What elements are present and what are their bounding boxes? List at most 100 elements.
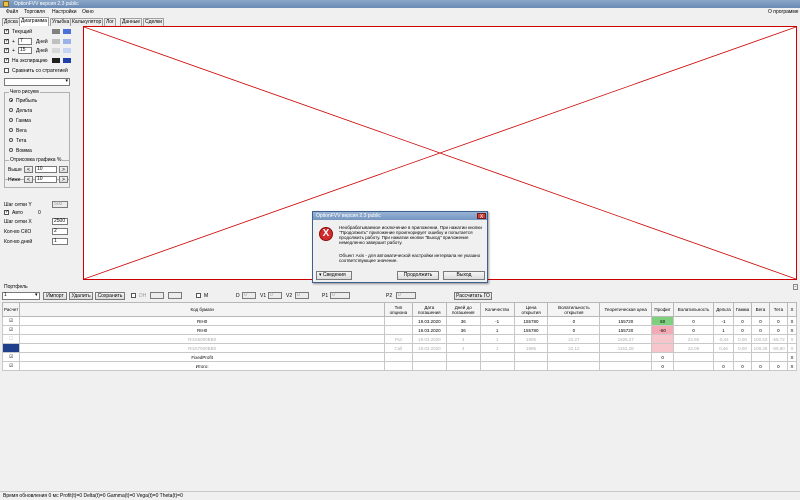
menu-about[interactable]: О программе <box>768 8 799 17</box>
dh-checkbox[interactable] <box>131 293 136 298</box>
menu-trade[interactable]: Торговля <box>24 8 45 17</box>
plus-days-color-swatch[interactable] <box>52 39 60 44</box>
expiry-color-swatch-2[interactable] <box>63 58 71 63</box>
m-checkbox[interactable] <box>196 293 201 298</box>
v1-input[interactable]: 0 <box>268 292 282 299</box>
tab-board[interactable]: Доска <box>2 18 20 26</box>
tab-diagram[interactable]: Диаграмма <box>19 17 50 26</box>
p1-input[interactable]: 0 <box>330 292 350 299</box>
p2-input[interactable]: 0 <box>396 292 416 299</box>
row-calc-checkbox[interactable]: ☑ <box>1 316 21 326</box>
compare-strategy-label: Сравнить со стратегией <box>12 68 68 74</box>
row-calc-checkbox[interactable]: ☐ <box>1 334 21 344</box>
row-calc-checkbox[interactable]: ■ <box>1 343 21 353</box>
table-cell: -60 <box>651 325 675 335</box>
sko-input[interactable]: 2 <box>52 228 68 235</box>
table-row[interactable]: ☑ RIH0 19.03.2020 36 1 155780 0 155720 -60 0 1 0 0 0 X <box>1 325 798 335</box>
menu-settings[interactable]: Настройки <box>52 8 77 17</box>
plus-days-checkbox[interactable]: ✓ <box>4 39 9 44</box>
import-button[interactable]: Импорт <box>43 292 67 300</box>
radio-theta[interactable] <box>9 138 13 142</box>
current-checkbox[interactable]: ✓ <box>4 29 9 34</box>
menu-window[interactable]: Окно <box>82 8 94 17</box>
col-header[interactable]: Теоретическая цена <box>599 302 653 317</box>
col-header[interactable]: Тип опциона <box>383 302 413 317</box>
plus-days2-color-swatch-2[interactable] <box>63 48 71 53</box>
row-delete-button[interactable]: X <box>786 361 798 371</box>
table-row[interactable]: ☑ FixedProfit 0 X <box>1 352 798 362</box>
radio-vomma[interactable] <box>9 148 13 152</box>
continue-button[interactable]: Продолжить <box>397 271 439 280</box>
col-header[interactable]: Дельта <box>713 302 734 317</box>
window-title-bar: OptionFVV версия 2.3 public <box>0 0 800 8</box>
table-row[interactable]: ■ RI157500BB0 Call 19.03.2020 4 1 1895 22,12 115… <box>1 343 798 353</box>
portfolio-collapse-icon[interactable]: − <box>793 284 798 290</box>
strategy-select[interactable]: ▾ <box>4 78 70 86</box>
row-delete-button[interactable]: X <box>786 325 798 335</box>
col-header[interactable]: Вега <box>750 302 770 317</box>
col-header[interactable]: Волатильность <box>673 302 715 317</box>
plus-days2-checkbox[interactable]: ✓ <box>4 48 9 53</box>
above-increase-button[interactable]: > <box>59 166 68 173</box>
menu-file[interactable]: Файл <box>6 8 18 17</box>
dh-input-1[interactable] <box>150 292 164 299</box>
delete-button[interactable]: Удалить <box>69 292 93 300</box>
col-header[interactable]: Гамма <box>732 302 752 317</box>
row-calc-checkbox[interactable]: ☑ <box>1 361 21 371</box>
radio-profit[interactable] <box>9 98 13 102</box>
col-header[interactable]: Тета <box>768 302 788 317</box>
below-increase-button[interactable]: > <box>59 176 68 183</box>
plus-days2-input[interactable]: 15 <box>18 47 32 54</box>
save-button[interactable]: Сохранить <box>95 292 125 300</box>
row-delete-button[interactable]: X <box>786 334 798 344</box>
grid-x-input[interactable]: 2500 <box>52 218 68 225</box>
current-color-swatch-2[interactable] <box>63 29 71 34</box>
expiry-color-swatch[interactable] <box>52 58 60 63</box>
v2-input[interactable]: 0 <box>295 292 309 299</box>
col-header[interactable]: X <box>786 302 798 317</box>
dialog-close-button[interactable]: X <box>477 213 486 220</box>
col-header[interactable]: Цена открытия <box>513 302 549 317</box>
plus-days2-color-swatch[interactable] <box>52 48 60 53</box>
tab-calculator[interactable]: Калькулятор <box>70 18 104 26</box>
plus-days-color-swatch-2[interactable] <box>63 39 71 44</box>
col-header[interactable]: Профит <box>651 302 675 317</box>
col-header[interactable]: Волатильность открытия <box>547 302 601 317</box>
grid-y-input[interactable]: 500 <box>52 201 68 208</box>
table-row[interactable]: ☐ RI155000BB0 Put 19.03.2020 4 1 1905 22,27 1826… <box>1 334 798 344</box>
calculate-margin-button[interactable]: Рассчитать ГО <box>454 292 492 300</box>
row-calc-checkbox[interactable]: ☑ <box>1 325 21 335</box>
col-header[interactable]: Код бумаги <box>19 302 385 317</box>
days-count-input[interactable]: 1 <box>52 238 68 245</box>
details-button[interactable]: ▾ Сведения <box>316 271 352 280</box>
below-decrease-button[interactable]: < <box>24 176 33 183</box>
tab-log[interactable]: Лог <box>104 18 116 26</box>
expiry-checkbox[interactable]: ✓ <box>4 58 9 63</box>
current-color-swatch[interactable] <box>52 29 60 34</box>
tab-trades[interactable]: Сделки <box>143 18 165 26</box>
row-delete-button[interactable]: X <box>786 343 798 353</box>
radio-vega[interactable] <box>9 128 13 132</box>
exit-button[interactable]: Выход <box>443 271 485 280</box>
dh-input-2[interactable] <box>168 292 182 299</box>
tab-smile[interactable]: Улыбка <box>50 18 72 26</box>
row-delete-button[interactable]: X <box>786 316 798 326</box>
row-calc-checkbox[interactable]: ☑ <box>1 352 21 362</box>
col-header[interactable]: Дней до погашения <box>445 302 481 317</box>
radio-gamma[interactable] <box>9 118 13 122</box>
above-decrease-button[interactable]: < <box>24 166 33 173</box>
table-row[interactable]: ☑ Итого: 0 0 0 0 0 X <box>1 361 798 371</box>
compare-strategy-checkbox[interactable] <box>4 68 9 73</box>
row-delete-button[interactable]: X <box>786 352 798 362</box>
tab-data[interactable]: Данные <box>120 18 143 26</box>
col-header[interactable]: Дата погашения <box>411 302 447 317</box>
below-input[interactable]: 10 <box>35 176 57 183</box>
d-input[interactable]: 0 <box>242 292 256 299</box>
above-input[interactable]: 10 <box>35 166 57 173</box>
plus-days-input[interactable]: 7 <box>18 38 32 45</box>
col-header[interactable]: Расчет <box>1 302 21 317</box>
auto-checkbox[interactable]: ✓ <box>4 210 9 215</box>
radio-delta[interactable] <box>9 108 13 112</box>
table-row[interactable]: ☑ RIH0 19.03.2020 36 -1 155780 0 155720 60 0 -1 0 0 0… <box>1 316 798 326</box>
col-header[interactable]: Количество <box>479 302 515 317</box>
